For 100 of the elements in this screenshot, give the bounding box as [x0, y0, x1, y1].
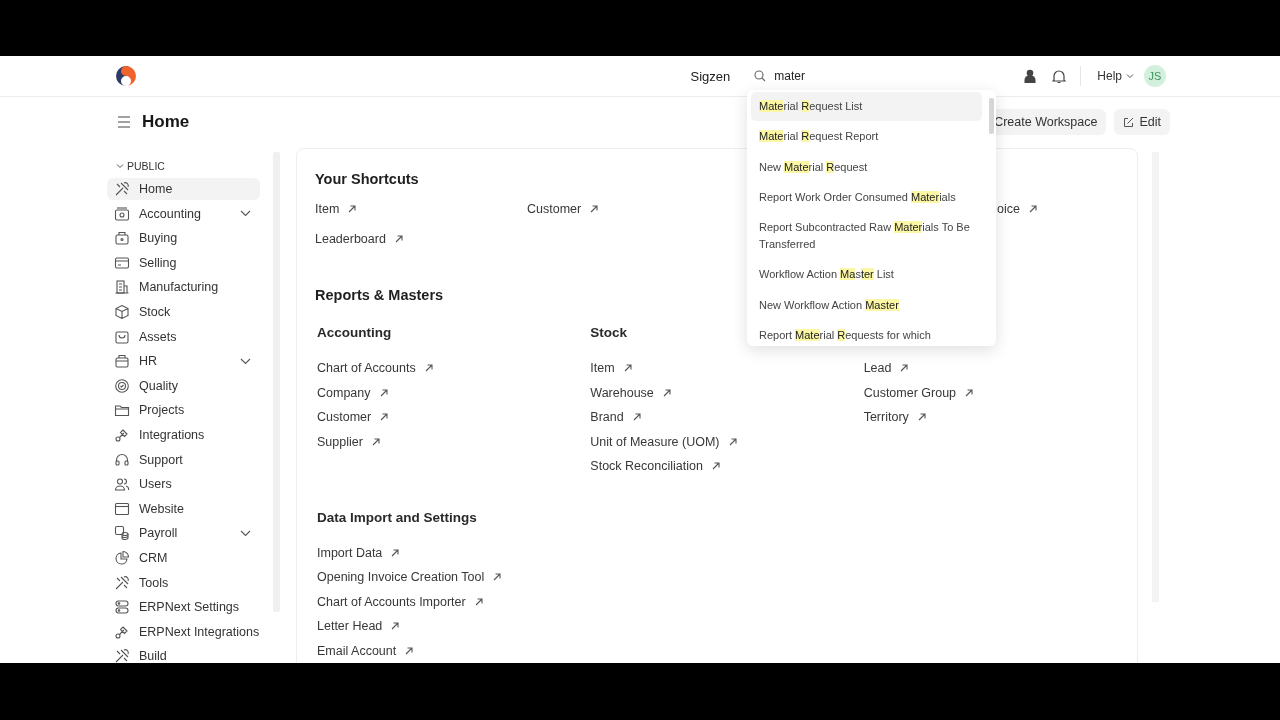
arrow-up-right-icon	[917, 413, 926, 421]
report-link[interactable]: Company	[317, 383, 388, 402]
page-title: Home	[142, 112, 190, 132]
sidebar-item[interactable]: Quality	[107, 374, 260, 397]
report-link[interactable]: Customer	[317, 407, 389, 427]
edit-icon	[1123, 116, 1135, 128]
chevron-down-icon	[116, 163, 124, 169]
arrow-up-right-icon	[493, 573, 502, 581]
arrow-up-right-icon	[965, 388, 974, 397]
sidebar-item[interactable]: Assets	[107, 325, 260, 348]
sidebar-item[interactable]: Manufacturing	[107, 276, 260, 299]
group-heading: Data Import and Settings	[317, 509, 477, 527]
sidebar-item[interactable]: ERPNext Integrations	[107, 620, 260, 643]
search-result[interactable]: New Workflow Action Master	[751, 290, 982, 320]
coins-icon	[114, 525, 130, 542]
basket-icon	[114, 328, 130, 345]
report-link[interactable]: Territory	[863, 407, 926, 427]
search-result[interactable]: New Material Request	[751, 152, 982, 182]
browser-icon	[114, 500, 130, 517]
section-toggle[interactable]: PUBLIC	[107, 157, 165, 175]
search-result[interactable]: Report Material Requests for which	[751, 321, 982, 347]
sidebar-item[interactable]: Accounting	[107, 202, 260, 225]
search-result[interactable]: Report Work Order Consumed Materials	[751, 182, 982, 212]
sidebar-item[interactable]: Payroll	[107, 522, 260, 545]
notification-bell-icon[interactable]	[1052, 68, 1067, 84]
arrow-up-right-icon	[371, 437, 380, 446]
sidebar-item[interactable]: Stock	[107, 300, 260, 323]
box-icon	[114, 303, 130, 320]
sidebar-item[interactable]: Website	[107, 497, 260, 520]
arrow-up-right-icon	[380, 413, 389, 421]
search-result[interactable]: Material Request Report	[751, 122, 982, 152]
search-icon	[754, 70, 767, 82]
user-icon[interactable]	[1024, 69, 1037, 83]
tools-icon	[114, 574, 130, 591]
bag-icon	[114, 230, 130, 247]
report-link[interactable]: Stock Reconciliation	[590, 456, 720, 476]
chevron-down-icon[interactable]	[240, 357, 251, 365]
arrow-up-right-icon	[632, 413, 641, 421]
report-link[interactable]: Unit of Measure (UOM)	[590, 432, 737, 451]
edit-button[interactable]: Edit	[1114, 109, 1170, 135]
chevron-down-icon[interactable]	[240, 529, 251, 537]
arrow-up-right-icon	[424, 364, 433, 372]
sidebar-item[interactable]: Build	[107, 645, 260, 663]
sidebar-item[interactable]: Support	[107, 448, 260, 471]
shortcut-link[interactable]: Leaderboard	[315, 229, 403, 248]
arrow-up-right-icon	[711, 462, 720, 470]
shortcut-link[interactable]: Customer	[527, 199, 599, 218]
menu-icon[interactable]	[117, 116, 131, 128]
report-link[interactable]: Chart of Accounts	[317, 358, 433, 378]
report-link[interactable]: Lead	[863, 358, 909, 378]
settings-link[interactable]: Email Account	[317, 641, 414, 660]
building-icon	[114, 279, 130, 296]
arrow-up-right-icon	[590, 204, 599, 213]
headset-icon	[114, 451, 130, 468]
search-result[interactable]: Material Request List	[751, 92, 982, 121]
sidebar-item[interactable]: Integrations	[107, 423, 260, 446]
sidebar-item[interactable]: Projects	[107, 399, 260, 422]
settings-link[interactable]: Import Data	[317, 543, 400, 562]
logo-icon[interactable]	[115, 65, 137, 87]
pie-chart-icon	[114, 549, 130, 566]
arrow-up-right-icon	[391, 548, 400, 557]
arrow-up-right-icon	[623, 364, 632, 372]
chevron-down-icon[interactable]	[240, 210, 251, 218]
sidebar-item[interactable]: CRM	[107, 546, 260, 569]
sidebar-item[interactable]: ERPNext Settings	[107, 596, 260, 619]
sidebar-item[interactable]: Tools	[107, 571, 260, 594]
arrow-up-right-icon	[900, 364, 909, 372]
search-result[interactable]: Workflow Action Master List	[751, 260, 982, 290]
sidebar-item[interactable]: Selling	[107, 251, 260, 274]
tools-icon	[114, 181, 130, 197]
shortcut-link[interactable]: oice	[997, 199, 1037, 218]
arrow-up-right-icon	[379, 388, 388, 397]
help-menu[interactable]: Help	[1097, 69, 1134, 83]
tools-icon	[114, 648, 130, 663]
folder-icon	[114, 402, 130, 419]
arrow-up-right-icon	[405, 646, 414, 655]
search-result[interactable]: Report Subcontracted Raw Materials To Be Transferred	[751, 213, 982, 260]
arrow-up-right-icon	[348, 204, 357, 213]
card-icon	[114, 254, 130, 271]
wallet-icon	[114, 205, 130, 222]
report-link[interactable]: Warehouse	[590, 383, 671, 402]
report-link[interactable]: Brand	[590, 407, 641, 427]
search-field[interactable]: mater	[774, 69, 975, 83]
arrow-up-right-icon	[474, 597, 483, 606]
arrow-up-right-icon	[662, 388, 671, 397]
report-link[interactable]: Supplier	[317, 432, 380, 451]
section-heading: Your Shortcuts	[315, 171, 419, 187]
section-heading: Reports & Masters	[315, 287, 444, 303]
briefcase-icon	[114, 353, 130, 370]
settings-link[interactable]: Letter Head	[317, 616, 400, 636]
settings-link[interactable]: Opening Invoice Creation Tool	[317, 567, 502, 587]
report-link[interactable]: Customer Group	[863, 383, 974, 402]
settings-link[interactable]: Chart of Accounts Importer	[317, 592, 483, 611]
sidebar-item[interactable]: Users	[107, 473, 260, 496]
report-link[interactable]: Item	[590, 358, 632, 378]
sidebar-item[interactable]: Home	[107, 178, 260, 200]
shortcut-link[interactable]: Item	[315, 199, 357, 218]
arrow-up-right-icon	[394, 234, 403, 243]
sidebar-item[interactable]: HR	[107, 350, 260, 373]
sidebar-item[interactable]: Buying	[107, 227, 260, 250]
